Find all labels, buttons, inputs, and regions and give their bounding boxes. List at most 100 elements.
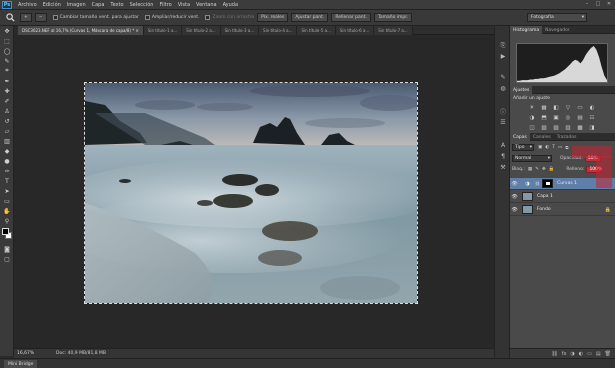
- visibility-eye-icon[interactable]: 👁: [510, 207, 519, 213]
- screen-mode-icon[interactable]: ▢: [0, 254, 14, 264]
- menu-texto[interactable]: Texto: [107, 2, 126, 8]
- zoom-level[interactable]: 16,67%: [14, 351, 36, 356]
- history-brush-icon[interactable]: ↺: [0, 116, 14, 126]
- maximize-icon[interactable]: □: [594, 1, 602, 8]
- print-size-button[interactable]: Tamaño impr.: [373, 13, 413, 22]
- hue-saturation-icon[interactable]: ◐: [588, 104, 596, 112]
- path-select-icon[interactable]: ➤: [0, 186, 14, 196]
- canvas-area[interactable]: [14, 35, 494, 348]
- selective-color-icon[interactable]: ▥: [564, 124, 572, 132]
- color-lookup-icon[interactable]: ▤: [576, 114, 584, 122]
- tab-document[interactable]: Sin título-7 a...: [374, 26, 413, 35]
- move-tool-icon[interactable]: ✥: [0, 26, 14, 36]
- photo-filter-icon[interactable]: ▣: [552, 114, 560, 122]
- quick-select-tool-icon[interactable]: ✎: [0, 56, 14, 66]
- add-mask-icon[interactable]: ◑: [570, 351, 574, 357]
- shape-tool-icon[interactable]: ▭: [0, 196, 14, 206]
- mini-bridge-tab[interactable]: Mini Bridge: [4, 360, 38, 368]
- tab-adjustments[interactable]: Ajustes: [510, 86, 533, 94]
- zoom-all-checkbox[interactable]: Ampliar/reducir vent.: [144, 15, 199, 20]
- invert-icon[interactable]: ☷: [588, 114, 596, 122]
- blend-mode-select[interactable]: Normal ▾: [512, 155, 552, 162]
- lock-image-icon[interactable]: ✎: [535, 167, 539, 172]
- lock-pixels-icon[interactable]: ▦: [528, 167, 532, 172]
- brush-presets-icon[interactable]: ✎: [495, 72, 511, 83]
- tool-presets-icon[interactable]: ⚒: [495, 162, 511, 173]
- tab-document[interactable]: Sin título-1 a...: [143, 26, 183, 35]
- actions-icon[interactable]: ▶: [495, 51, 511, 62]
- tab-histogram[interactable]: Histograma: [510, 26, 543, 34]
- gradient-map-icon[interactable]: ▨: [552, 124, 560, 132]
- history-icon[interactable]: ⎘: [495, 40, 511, 51]
- exposure-icon[interactable]: ▽: [564, 104, 572, 112]
- shadows-icon[interactable]: ▩: [576, 124, 584, 132]
- quick-mask-icon[interactable]: ◙: [0, 244, 14, 254]
- levels-icon[interactable]: ▦: [540, 104, 548, 112]
- tab-channels[interactable]: Canales: [530, 133, 554, 141]
- character-icon[interactable]: A: [495, 140, 511, 151]
- color-balance-icon[interactable]: ◑: [528, 114, 536, 122]
- scrubby-zoom-checkbox[interactable]: Zoom con arrastre: [205, 15, 254, 20]
- layer-mask-thumbnail[interactable]: [542, 179, 554, 188]
- menu-archivo[interactable]: Archivo: [15, 2, 40, 8]
- black-white-icon[interactable]: ⬒: [540, 114, 548, 122]
- threshold-icon[interactable]: ▧: [540, 124, 548, 132]
- eyedropper-tool-icon[interactable]: ✒: [0, 76, 14, 86]
- fill-screen-button[interactable]: Rellenar pant.: [331, 13, 371, 22]
- lasso-tool-icon[interactable]: ◯: [0, 46, 14, 56]
- tab-document-active[interactable]: DSC3623.NEF al 16,7% (Curvas 1, Máscara …: [18, 26, 144, 35]
- gradient-tool-icon[interactable]: ▥: [0, 136, 14, 146]
- menu-imagen[interactable]: Imagen: [64, 2, 89, 8]
- visibility-eye-icon[interactable]: 👁: [510, 181, 519, 187]
- chain-link-icon[interactable]: ⛓: [535, 181, 540, 186]
- tab-document[interactable]: Sin título-5 a...: [297, 26, 336, 35]
- new-layer-icon[interactable]: ▤: [596, 351, 601, 357]
- zoom-in-button[interactable]: +: [20, 13, 32, 22]
- layer-kind-select[interactable]: Tipo ▾: [512, 144, 534, 151]
- hand-tool-icon[interactable]: ✋: [0, 206, 14, 216]
- new-adjustment-icon[interactable]: ◐: [579, 351, 583, 357]
- actual-pixels-button[interactable]: Píx. reales: [257, 13, 289, 22]
- menu-filtro[interactable]: Filtro: [156, 2, 174, 8]
- link-layers-icon[interactable]: ⛓: [551, 351, 557, 357]
- foreground-color-swatch[interactable]: [2, 228, 9, 235]
- eraser-tool-icon[interactable]: ▱: [0, 126, 14, 136]
- vibrance-icon[interactable]: ▭: [576, 104, 584, 112]
- filter-adjust-icon[interactable]: ◐: [545, 145, 549, 150]
- close-icon[interactable]: ✕: [605, 1, 613, 8]
- dodge-tool-icon[interactable]: ●: [0, 156, 14, 166]
- marquee-tool-icon[interactable]: ⬚: [0, 36, 14, 46]
- healing-brush-icon[interactable]: ✚: [0, 86, 14, 96]
- menu-vista[interactable]: Vista: [175, 2, 193, 8]
- lock-all-icon[interactable]: 🔒: [549, 167, 555, 172]
- menu-seleccion[interactable]: Selección: [127, 2, 157, 8]
- layer-style-icon[interactable]: fx: [562, 351, 567, 357]
- color-icon[interactable]: ◍: [495, 83, 511, 94]
- filter-type-icon[interactable]: T: [552, 145, 555, 150]
- clone-stamp-icon[interactable]: ♙: [0, 106, 14, 116]
- filter-pixel-icon[interactable]: ▣: [538, 145, 542, 150]
- fit-screen-button[interactable]: Ajustar pant.: [291, 13, 329, 22]
- blur-tool-icon[interactable]: ◆: [0, 146, 14, 156]
- posterize-icon[interactable]: ◫: [528, 124, 536, 132]
- info-icon[interactable]: ⓘ: [495, 106, 511, 117]
- properties-icon[interactable]: ☰: [495, 117, 511, 128]
- tab-paths[interactable]: Trazados: [554, 133, 580, 141]
- visibility-eye-icon[interactable]: 👁: [510, 194, 519, 200]
- tab-layers[interactable]: Capas: [510, 133, 530, 141]
- filter-shape-icon[interactable]: ▭: [558, 145, 562, 150]
- tab-document[interactable]: Sin título-6 a...: [335, 26, 375, 35]
- curves-icon[interactable]: ◧: [552, 104, 560, 112]
- channel-mixer-icon[interactable]: ◎: [564, 114, 572, 122]
- tab-navigator[interactable]: Navegador: [542, 26, 573, 34]
- menu-edicion[interactable]: Edición: [40, 2, 64, 8]
- brush-tool-icon[interactable]: ✐: [0, 96, 14, 106]
- workspace-select[interactable]: Fotografía ▾: [527, 13, 587, 22]
- tab-document[interactable]: Sin título-3 a...: [220, 26, 260, 35]
- trash-icon[interactable]: 🗑: [605, 351, 611, 357]
- hdr-toning-icon[interactable]: ◨: [588, 124, 596, 132]
- minimize-icon[interactable]: –: [583, 1, 591, 8]
- brightness-icon[interactable]: ☀: [528, 104, 536, 112]
- type-tool-icon[interactable]: T: [0, 176, 14, 186]
- paragraph-icon[interactable]: ¶: [495, 151, 511, 162]
